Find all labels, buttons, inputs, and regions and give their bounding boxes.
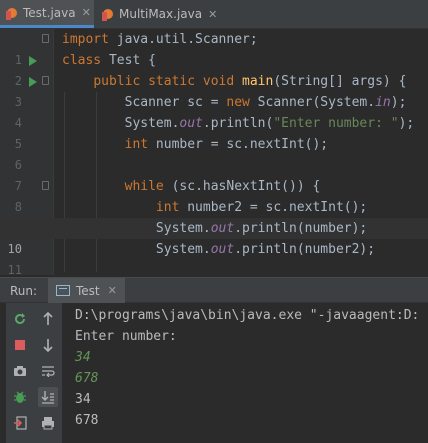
tab-label: Test.java bbox=[23, 5, 76, 20]
code-line: 5 System.out.println("Enter number: "); bbox=[0, 113, 428, 151]
console-input-line: 678 bbox=[75, 371, 99, 386]
code-line: 6 int number = sc.nextInt(); bbox=[0, 134, 428, 172]
console-line: D:\programs\java\bin\java.exe "-javaagen… bbox=[75, 308, 420, 323]
console-line: 678 bbox=[75, 413, 99, 428]
tab-label: MultiMax.java bbox=[119, 7, 203, 21]
run-tab-label: Test bbox=[76, 283, 100, 298]
fold-icon[interactable] bbox=[42, 181, 49, 190]
code-line-current: 10 System.out.println(number); bbox=[0, 218, 428, 256]
tab-test-java[interactable]: Test.java ✕ bbox=[0, 0, 94, 28]
debug-bug-icon[interactable] bbox=[10, 387, 30, 407]
run-label: Run: bbox=[10, 284, 38, 298]
camera-icon[interactable] bbox=[10, 361, 30, 381]
run-console[interactable]: D:\programs\java\bin\java.exe "-javaagen… bbox=[0, 303, 428, 443]
code-line: 4 Scanner sc = new Scanner(System.in); bbox=[0, 92, 428, 130]
close-icon[interactable]: ✕ bbox=[108, 284, 117, 297]
run-arrow-icon[interactable] bbox=[29, 56, 37, 66]
code-line: 2 class Test { bbox=[0, 50, 428, 88]
stop-icon[interactable] bbox=[10, 335, 30, 355]
code-editor[interactable]: 1 import java.util.Scanner; 2 class Test… bbox=[0, 29, 428, 275]
rerun-icon[interactable] bbox=[10, 309, 30, 329]
console-tab-icon bbox=[56, 285, 70, 296]
code-line: 11 System.out.println(number2); bbox=[0, 239, 428, 275]
console-line: Enter number: bbox=[75, 329, 177, 344]
line-number: 11 bbox=[7, 263, 22, 275]
code-line: 7 bbox=[0, 155, 428, 193]
print-icon[interactable] bbox=[38, 413, 58, 433]
run-arrow-icon[interactable] bbox=[29, 77, 37, 87]
tab-multimax-java[interactable]: MultiMax.java ✕ bbox=[98, 0, 232, 28]
run-toolbar-right bbox=[34, 303, 62, 443]
run-panel-header: Run: Test ✕ bbox=[0, 277, 428, 303]
fold-icon[interactable] bbox=[42, 76, 49, 85]
run-toolbar-left bbox=[6, 303, 34, 443]
scroll-down-icon[interactable] bbox=[38, 335, 58, 355]
scroll-to-end-icon[interactable] bbox=[38, 387, 58, 407]
java-class-icon bbox=[102, 7, 114, 21]
code-line: 3 public static void main(String[] args)… bbox=[0, 71, 428, 109]
code-line: 9 int number2 = sc.nextInt(); bbox=[0, 197, 428, 235]
exit-icon[interactable] bbox=[10, 413, 30, 433]
console-line: 34 bbox=[75, 392, 91, 407]
editor-tab-bar: Test.java ✕ MultiMax.java ✕ bbox=[0, 0, 428, 29]
code-line: 8 while (sc.hasNextInt()) { bbox=[0, 176, 428, 214]
close-icon[interactable]: ✕ bbox=[82, 6, 91, 19]
close-icon[interactable]: ✕ bbox=[208, 8, 217, 21]
fold-icon[interactable] bbox=[42, 34, 49, 43]
code-line: 1 import java.util.Scanner; bbox=[0, 29, 428, 67]
soft-wrap-icon[interactable] bbox=[38, 361, 58, 381]
run-tab-test[interactable]: Test ✕ bbox=[48, 278, 125, 303]
java-class-icon bbox=[6, 6, 18, 20]
console-input-line: 34 bbox=[75, 350, 91, 365]
scroll-up-icon[interactable] bbox=[38, 309, 58, 329]
